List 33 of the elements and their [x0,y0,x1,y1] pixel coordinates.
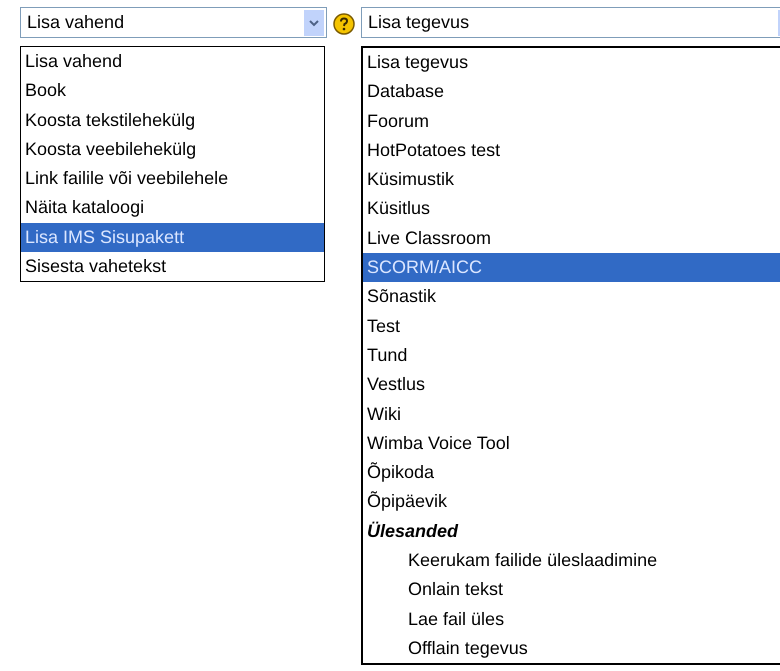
dropdown-option[interactable]: Tund [363,340,780,370]
dropdown-option[interactable]: Sisesta vahetekst [21,252,324,282]
dropdown-option[interactable]: SCORM/AICC [363,253,780,282]
dropdown-option[interactable]: Keerukam failide üleslaadimine [363,546,780,576]
dropdown-option[interactable]: Õpipäevik [363,487,780,517]
dropdown-option[interactable]: Database [363,77,780,107]
dropdown-option[interactable]: Link failile või veebilehele [21,164,324,194]
dropdown-option[interactable]: Lae fail üles [363,604,780,634]
dropdown-option[interactable]: Õpikoda [363,458,780,488]
dropdown-option[interactable]: Test [363,312,780,341]
group-label: Ülesanded [366,520,460,543]
dropdown-select[interactable]: Lisa tegevus [361,7,780,38]
caret-icon [304,10,324,36]
dropdown-option[interactable]: Lisa tegevus [363,48,780,78]
dropdown-select[interactable]: Lisa vahend [20,7,327,38]
dropdown-option[interactable]: Wimba Voice Tool [363,428,780,458]
dropdown-option[interactable]: Lisa vahend [21,47,324,76]
dropdown-option[interactable]: Live Classroom [363,224,780,254]
dropdown-option[interactable]: Foorum [363,106,780,136]
dropdown-option[interactable]: Küsitlus [363,194,780,224]
dropdown-option[interactable]: Koosta tekstilehekülg [21,106,324,135]
dropdown-option[interactable]: Onlain tekst [363,575,780,605]
help-icon[interactable] [333,13,355,35]
dropdown-option[interactable]: HotPotatoes test [363,136,780,166]
dropdown-option[interactable]: Vestlus [363,370,780,400]
dropdown-option[interactable]: Lisa IMS Sisupakett [21,222,324,252]
dropdown-option[interactable]: Offlain tegevus [363,634,780,664]
dropdown-option[interactable]: Sõnastik [363,282,780,312]
dropdown-option[interactable]: Koosta veebilehekülg [21,134,324,164]
dropdown-option[interactable]: Wiki [363,400,780,429]
dropdown-option[interactable]: Küsimustik [363,165,780,194]
dropdown-option[interactable]: Book [21,76,324,106]
dropdown-option[interactable]: Näita kataloogi [21,193,324,223]
